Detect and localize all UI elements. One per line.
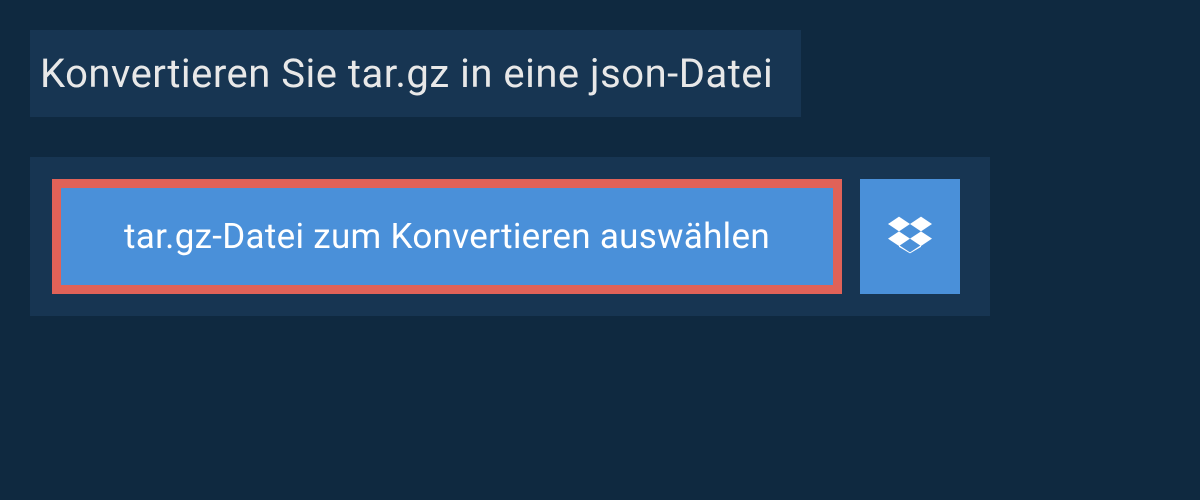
dropbox-button[interactable] [860,179,960,294]
select-file-button[interactable]: tar.gz-Datei zum Konvertieren auswählen [52,179,842,294]
heading-container: Konvertieren Sie tar.gz in eine json-Dat… [30,30,801,117]
converter-panel: Konvertieren Sie tar.gz in eine json-Dat… [0,0,1200,346]
action-panel: tar.gz-Datei zum Konvertieren auswählen [30,157,990,316]
dropbox-icon [888,213,932,261]
select-file-label: tar.gz-Datei zum Konvertieren auswählen [124,216,770,257]
page-title: Konvertieren Sie tar.gz in eine json-Dat… [40,50,773,97]
